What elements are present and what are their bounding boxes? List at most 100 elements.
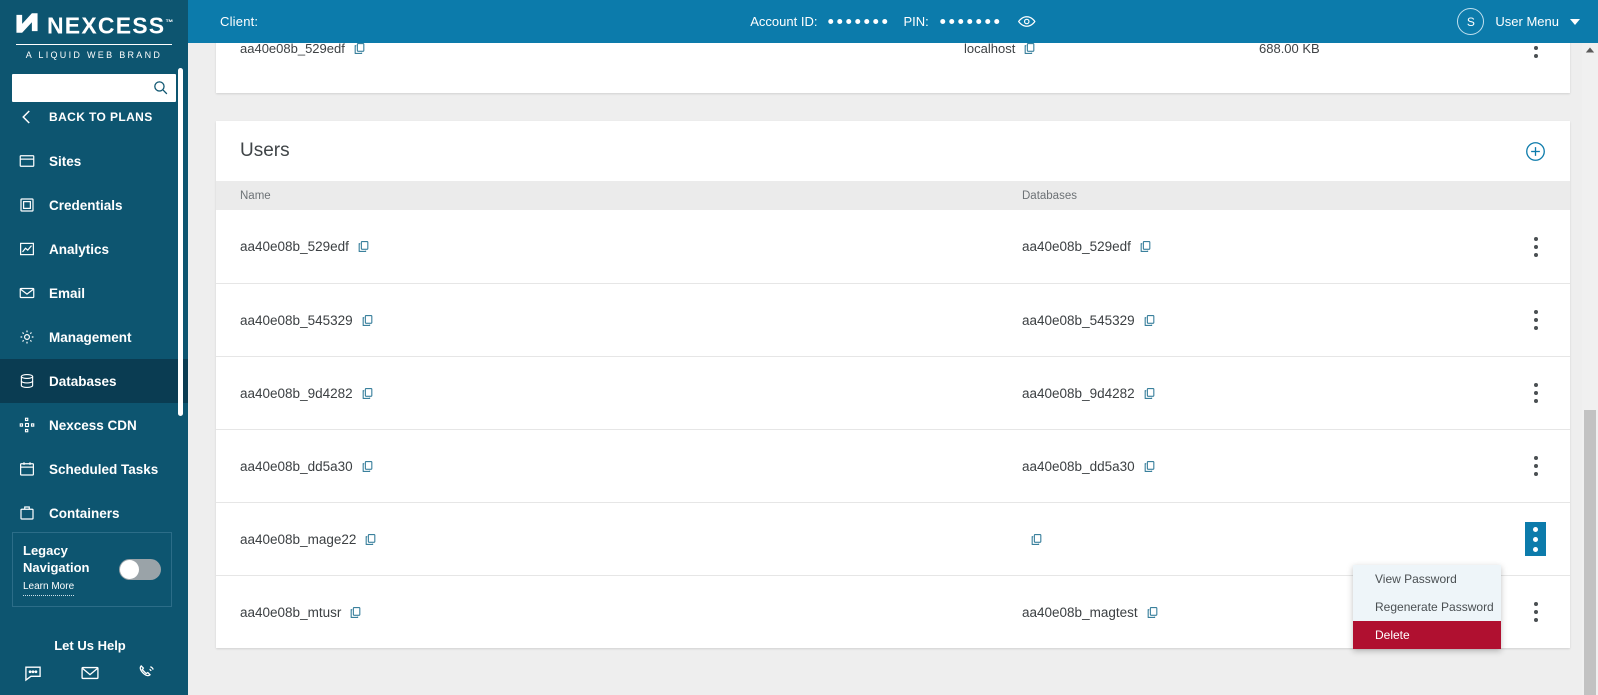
menu-item-regenerate-password[interactable]: Regenerate Password <box>1353 593 1501 621</box>
eye-icon[interactable] <box>1017 12 1036 31</box>
user-name-cell: aa40e08b_dd5a30 <box>240 430 374 502</box>
user-menu[interactable]: S User Menu <box>1457 8 1580 35</box>
copy-icon[interactable] <box>1143 314 1156 327</box>
sidebar-item-email[interactable]: Email <box>0 271 188 315</box>
database-size-cell: 688.00 KB <box>1259 43 1320 93</box>
account-id-label: Account ID: <box>750 14 818 29</box>
sidebar-item-nexcess-cdn[interactable]: Nexcess CDN <box>0 403 188 447</box>
menu-item-view-password[interactable]: View Password <box>1353 565 1501 593</box>
user-name: aa40e08b_dd5a30 <box>240 458 353 474</box>
row-actions-kebab-button[interactable] <box>1526 234 1546 260</box>
copy-icon[interactable] <box>1139 240 1152 253</box>
scroll-up-arrow-icon[interactable] <box>1585 46 1595 54</box>
sidebar-item-label: Databases <box>49 373 117 389</box>
calendar-icon <box>20 462 34 476</box>
user-databases-cell: aa40e08b_dd5a30 <box>1022 430 1156 502</box>
copy-icon[interactable] <box>361 387 374 400</box>
copy-icon[interactable] <box>349 606 362 619</box>
user-database: aa40e08b_9d4282 <box>1022 385 1135 401</box>
sidebar-item-credentials[interactable]: Credentials <box>0 183 188 227</box>
copy-icon[interactable] <box>361 314 374 327</box>
plus-circle-icon[interactable] <box>1525 141 1546 162</box>
line-chart-icon <box>20 242 34 256</box>
legacy-nav-label-line1: Legacy <box>23 543 68 558</box>
databases-table-card: aa40e08b_529edf localhost 688.00 KB <box>216 43 1570 93</box>
legacy-nav-label-line2: Navigation <box>23 560 90 575</box>
copy-icon[interactable] <box>364 533 377 546</box>
row-actions-kebab-button[interactable] <box>1526 43 1546 61</box>
phone-icon[interactable] <box>137 663 157 683</box>
column-header-databases: Databases <box>1022 189 1077 202</box>
cdn-nodes-icon <box>19 417 35 433</box>
row-actions-kebab-button[interactable] <box>1525 522 1546 556</box>
sidebar-item-label: Nexcess CDN <box>49 417 137 433</box>
main-scrollbar[interactable] <box>1582 43 1598 695</box>
database-name: aa40e08b_529edf <box>240 43 345 56</box>
avatar: S <box>1457 8 1485 35</box>
row-actions-kebab-button[interactable] <box>1526 453 1546 479</box>
table-row: aa40e08b_529edf aa40e08b_529edf <box>216 210 1570 283</box>
copy-icon[interactable] <box>1030 533 1043 546</box>
window-icon <box>19 155 35 167</box>
search-icon[interactable] <box>152 79 169 96</box>
sidebar-scrollbar-thumb[interactable] <box>178 68 183 416</box>
sidebar-item-label: Credentials <box>49 197 123 213</box>
id-card-icon <box>20 198 34 212</box>
copy-icon[interactable] <box>1143 460 1156 473</box>
sidebar-item-containers[interactable]: Containers <box>0 491 188 535</box>
sidebar-item-sites[interactable]: Sites <box>0 139 188 183</box>
column-header-name: Name <box>240 189 271 202</box>
container-box-icon <box>20 506 34 520</box>
copy-icon[interactable] <box>353 43 366 55</box>
user-menu-label: User Menu <box>1495 14 1559 29</box>
copy-icon[interactable] <box>1143 387 1156 400</box>
sidebar-item-databases[interactable]: Databases <box>0 359 188 403</box>
pin-label: PIN: <box>903 14 929 29</box>
page-title: Users <box>240 140 290 161</box>
sidebar-item-label: Scheduled Tasks <box>49 461 159 477</box>
top-header-bar: Client: Account ID: PIN: S User Menu <box>188 0 1598 43</box>
legacy-learn-more-link[interactable]: Learn More <box>23 578 75 596</box>
table-column-headers: Name Databases <box>216 181 1570 210</box>
copy-icon[interactable] <box>357 240 370 253</box>
pin-masked-value <box>939 19 999 24</box>
table-row: aa40e08b_9d4282 aa40e08b_9d4282 <box>216 356 1570 429</box>
copy-icon[interactable] <box>361 460 374 473</box>
sidebar-item-analytics[interactable]: Analytics <box>0 227 188 271</box>
user-databases-cell: aa40e08b_magtest <box>1022 576 1159 648</box>
table-row: aa40e08b_dd5a30 aa40e08b_dd5a30 <box>216 429 1570 502</box>
sidebar-nav: BACK TO PLANS Sites Credentials Analytic… <box>0 95 188 550</box>
menu-item-delete[interactable]: Delete <box>1353 621 1501 649</box>
row-actions-kebab-button[interactable] <box>1526 380 1546 406</box>
row-actions-kebab-button[interactable] <box>1526 307 1546 333</box>
user-name-cell: aa40e08b_545329 <box>240 284 374 356</box>
legacy-navigation-panel: Legacy Navigation Learn More <box>12 532 172 607</box>
brand-logo[interactable]: NEXCESS™ A LIQUID WEB BRAND <box>0 0 188 64</box>
logo-divider <box>16 43 172 45</box>
user-name: aa40e08b_mtusr <box>240 604 342 620</box>
user-name: aa40e08b_9d4282 <box>240 385 353 401</box>
copy-icon[interactable] <box>1146 606 1159 619</box>
nexcess-n-logo-icon <box>16 13 38 33</box>
user-database: aa40e08b_529edf <box>1022 239 1131 254</box>
row-actions-kebab-button[interactable] <box>1526 599 1546 625</box>
user-databases-cell: aa40e08b_529edf <box>1022 210 1152 283</box>
sidebar-item-scheduled-tasks[interactable]: Scheduled Tasks <box>0 447 188 491</box>
user-name-cell: aa40e08b_mage22 <box>240 503 377 575</box>
sidebar-item-management[interactable]: Management <box>0 315 188 359</box>
envelope-icon <box>19 287 35 299</box>
sidebar-item-back-to-plans[interactable]: BACK TO PLANS <box>0 95 188 139</box>
user-databases-cell: aa40e08b_545329 <box>1022 284 1156 356</box>
brand-name: NEXCESS <box>47 12 166 39</box>
database-name-cell: aa40e08b_529edf <box>240 43 366 93</box>
user-database: aa40e08b_545329 <box>1022 312 1135 328</box>
sidebar-item-label: BACK TO PLANS <box>49 110 153 124</box>
account-info-group: Account ID: PIN: <box>750 12 1036 31</box>
main-scrollbar-thumb[interactable] <box>1584 410 1596 695</box>
copy-icon[interactable] <box>1023 43 1036 55</box>
legacy-navigation-toggle[interactable] <box>119 558 161 580</box>
help-title: Let Us Help <box>54 638 126 653</box>
envelope-icon[interactable] <box>80 663 100 683</box>
chat-icon[interactable] <box>23 663 43 683</box>
client-label: Client: <box>220 14 259 29</box>
